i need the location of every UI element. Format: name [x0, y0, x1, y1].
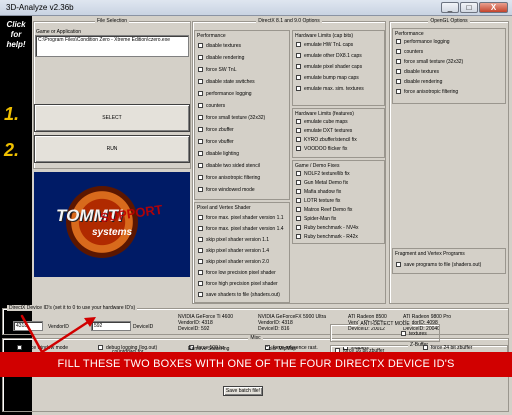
arrow-line [20, 314, 90, 354]
annotation-arrow [20, 314, 96, 354]
